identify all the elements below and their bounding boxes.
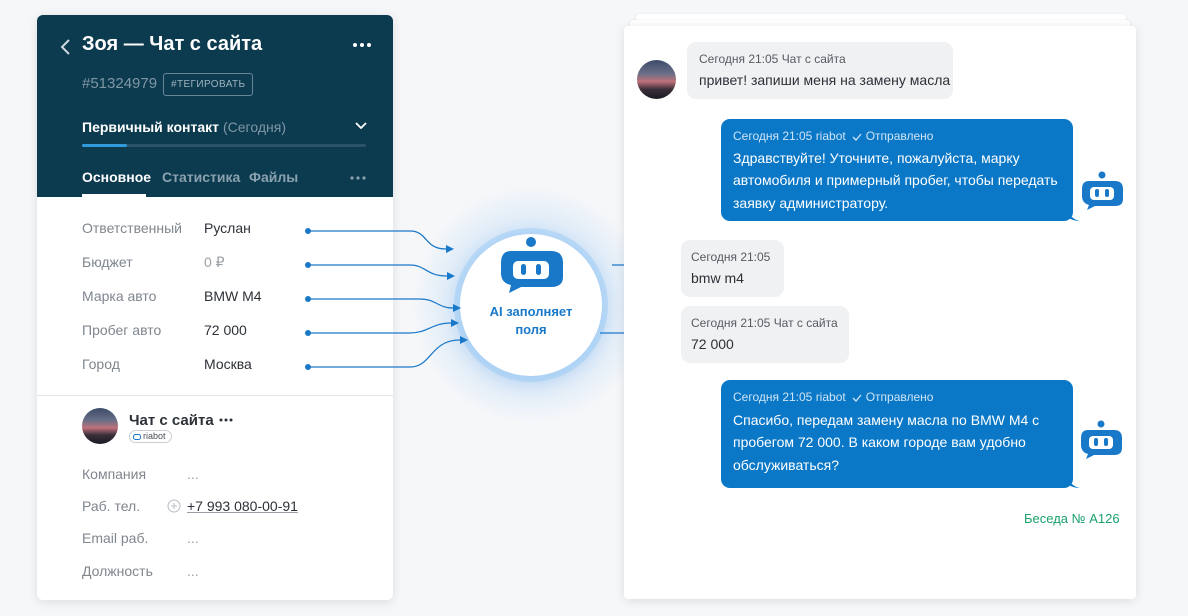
message-text-line: обслуживаться?	[733, 457, 839, 473]
field-label: Ответственный	[82, 220, 182, 236]
message-meta: Сегодня 21:05 Чат с сайта	[691, 316, 838, 330]
field-label: Должность	[82, 563, 153, 579]
tab-files[interactable]: Файлы	[249, 169, 298, 185]
pipeline-stage-label: Первичный контакт	[82, 119, 219, 135]
field-label: Бюджет	[82, 254, 133, 270]
message-text-line: Спасибо, передам замену масла по BMW M4 …	[733, 412, 1040, 428]
message-incoming: Сегодня 21:05 Чат с сайта привет! запиши…	[687, 42, 953, 99]
contact-avatar[interactable]	[82, 408, 118, 444]
robot-icon	[501, 237, 563, 293]
message-meta: Сегодня 21:05	[691, 250, 771, 264]
lead-card: Зоя — Чат с сайта #51324979 #ТЕГИРОВАТЬ …	[37, 15, 393, 600]
lead-title: Зоя — Чат с сайта	[82, 33, 263, 55]
check-icon	[852, 133, 862, 141]
field-row-city[interactable]: Город Москва	[82, 356, 367, 376]
ai-badge-label-line1: AI заполняет	[489, 304, 573, 319]
ai-badge-label: AI заполняет поля	[470, 303, 592, 339]
client-avatar	[637, 60, 676, 99]
message-outgoing: Сегодня 21:05 riabot Отправлено Здравству…	[721, 119, 1073, 221]
riabot-icon	[1081, 420, 1122, 459]
message-text-line: заявку администратору.	[733, 195, 889, 211]
field-value: Руслан	[204, 220, 251, 236]
lead-card-header: Зоя — Чат с сайта #51324979 #ТЕГИРОВАТЬ …	[37, 15, 393, 197]
field-label: Раб. тел.	[82, 498, 141, 514]
tabs-more-icon[interactable]	[349, 175, 367, 181]
contact-field-position[interactable]: Должность ...	[82, 563, 367, 583]
pipeline-stage-selector[interactable]: Первичный контакт (Сегодня)	[82, 119, 367, 139]
bubble-tail	[1068, 476, 1080, 488]
message-text: bmw m4	[691, 270, 744, 286]
field-row-mileage[interactable]: Пробег авто 72 000	[82, 322, 367, 342]
field-row-budget[interactable]: Бюджет 0 ₽	[82, 254, 367, 274]
message-meta: Сегодня 21:05 riabot Отправлено	[733, 129, 933, 143]
back-arrow-icon[interactable]	[59, 37, 73, 57]
contact-field-company[interactable]: Компания ...	[82, 466, 367, 486]
field-value: ...	[187, 466, 199, 482]
field-value: BMW M4	[204, 288, 262, 304]
field-row-responsible[interactable]: Ответственный Руслан	[82, 220, 367, 240]
riabot-badge-label: riabot	[143, 431, 166, 441]
tab-main[interactable]: Основное	[82, 169, 151, 185]
pipeline-stage-date: (Сегодня)	[223, 119, 286, 135]
message-incoming: Сегодня 21:05 Чат с сайта 72 000	[681, 306, 849, 363]
field-value: ...	[187, 530, 199, 546]
message-time: Сегодня 21:05 riabot	[733, 129, 846, 143]
field-value: Москва	[204, 356, 252, 372]
message-meta: Сегодня 21:05 riabot Отправлено	[733, 390, 933, 404]
message-incoming: Сегодня 21:05 bmw m4	[681, 240, 784, 297]
riabot-icon	[1082, 171, 1123, 210]
pipeline-progress-track	[82, 144, 366, 147]
field-value: 72 000	[204, 322, 247, 338]
lead-id: #51324979	[82, 75, 158, 92]
message-time: Сегодня 21:05 riabot	[733, 390, 846, 404]
field-label: Пробег авто	[82, 322, 162, 338]
message-text-line: автомобиля и примерный пробег, чтобы пер…	[733, 172, 1058, 188]
field-row-car-brand[interactable]: Марка авто BMW M4	[82, 288, 367, 308]
lead-tabs: Основное Статистика Файлы	[82, 169, 367, 197]
message-text: привет! запиши меня на замену масла	[699, 72, 951, 88]
section-divider	[37, 395, 393, 396]
active-tab-indicator	[82, 194, 146, 197]
conversation-label[interactable]: Беседа № А126	[1024, 511, 1120, 526]
field-value: 0 ₽	[204, 254, 225, 270]
message-meta: Сегодня 21:05 Чат с сайта	[699, 52, 846, 66]
riabot-badge: riabot	[129, 430, 172, 443]
field-label: Компания	[82, 466, 147, 482]
message-outgoing: Сегодня 21:05 riabot Отправлено Спасибо, …	[721, 380, 1073, 488]
message-text-line: Здравствуйте! Уточните, пожалуйста, марк…	[733, 150, 1020, 166]
field-label: Город	[82, 356, 120, 372]
contact-name[interactable]: Чат с сайта	[129, 412, 214, 429]
chevron-down-icon	[355, 122, 367, 130]
message-text-line: пробегом 72 000. В каком городе вам удоб…	[733, 434, 1026, 450]
tab-statistics[interactable]: Статистика	[162, 169, 240, 185]
field-label: Email раб.	[82, 530, 149, 546]
contact-more-icon[interactable]	[218, 417, 234, 423]
check-icon	[852, 394, 862, 402]
message-status: Отправлено	[865, 129, 934, 143]
message-status: Отправлено	[865, 390, 934, 404]
ai-badge-label-line2: поля	[515, 322, 547, 337]
contact-field-email[interactable]: Email раб. ...	[82, 530, 367, 550]
more-options-icon[interactable]	[351, 37, 373, 53]
contact-field-phone[interactable]: Раб. тел. +7 993 080-00-91	[82, 498, 367, 518]
tag-button[interactable]: #ТЕГИРОВАТЬ	[163, 73, 254, 96]
field-value: ...	[187, 563, 199, 579]
message-text: 72 000	[691, 336, 734, 352]
chat-bot-icon	[133, 433, 141, 440]
phone-link[interactable]: +7 993 080-00-91	[187, 498, 298, 514]
pipeline-progress-fill	[82, 144, 128, 147]
field-label: Марка авто	[82, 288, 157, 304]
